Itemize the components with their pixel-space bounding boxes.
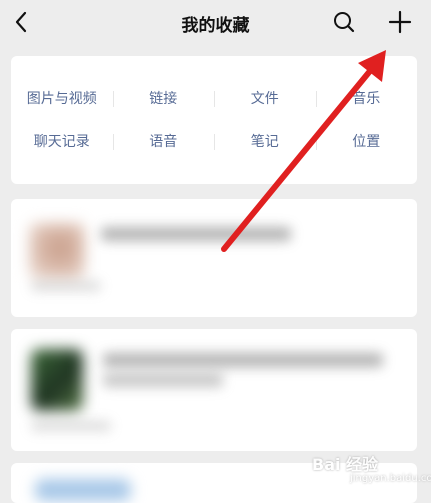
- add-button[interactable]: [386, 8, 414, 36]
- category-images-videos[interactable]: 图片与视频: [11, 86, 113, 112]
- page-title: 我的收藏: [181, 16, 250, 36]
- watermark: Bai 经验 jingyan.baidu.com: [312, 451, 431, 484]
- search-icon: [334, 12, 355, 33]
- category-notes[interactable]: 笔记: [214, 129, 316, 155]
- blurred-text: [103, 353, 383, 367]
- blurred-text: [101, 227, 291, 241]
- category-voice[interactable]: 语音: [112, 129, 215, 155]
- item-thumbnail: [35, 479, 131, 501]
- category-row: 图片与视频 链接 文件 音乐: [11, 86, 417, 112]
- category-files[interactable]: 文件: [214, 86, 316, 112]
- blurred-text: [103, 373, 223, 387]
- category-music[interactable]: 音乐: [315, 86, 418, 112]
- plus-icon: [388, 10, 412, 34]
- item-thumbnail: [31, 349, 83, 411]
- item-thumbnail: [29, 223, 85, 279]
- category-chat-history[interactable]: 聊天记录: [11, 129, 113, 155]
- nav-bar: 我的收藏: [0, 0, 431, 48]
- watermark-text: Bai 经验: [312, 455, 379, 474]
- category-location[interactable]: 位置: [315, 129, 418, 155]
- search-button[interactable]: [330, 8, 358, 36]
- category-links[interactable]: 链接: [112, 86, 215, 112]
- watermark-sub: jingyan.baidu.com: [350, 473, 431, 484]
- category-row: 聊天记录 语音 笔记 位置: [11, 129, 417, 155]
- favorite-item[interactable]: [11, 199, 417, 317]
- blurred-meta: [31, 421, 111, 431]
- blurred-meta: [31, 281, 101, 291]
- category-card: 图片与视频 链接 文件 音乐 聊天记录 语音 笔记 位置: [11, 56, 417, 184]
- favorite-item[interactable]: [11, 329, 417, 451]
